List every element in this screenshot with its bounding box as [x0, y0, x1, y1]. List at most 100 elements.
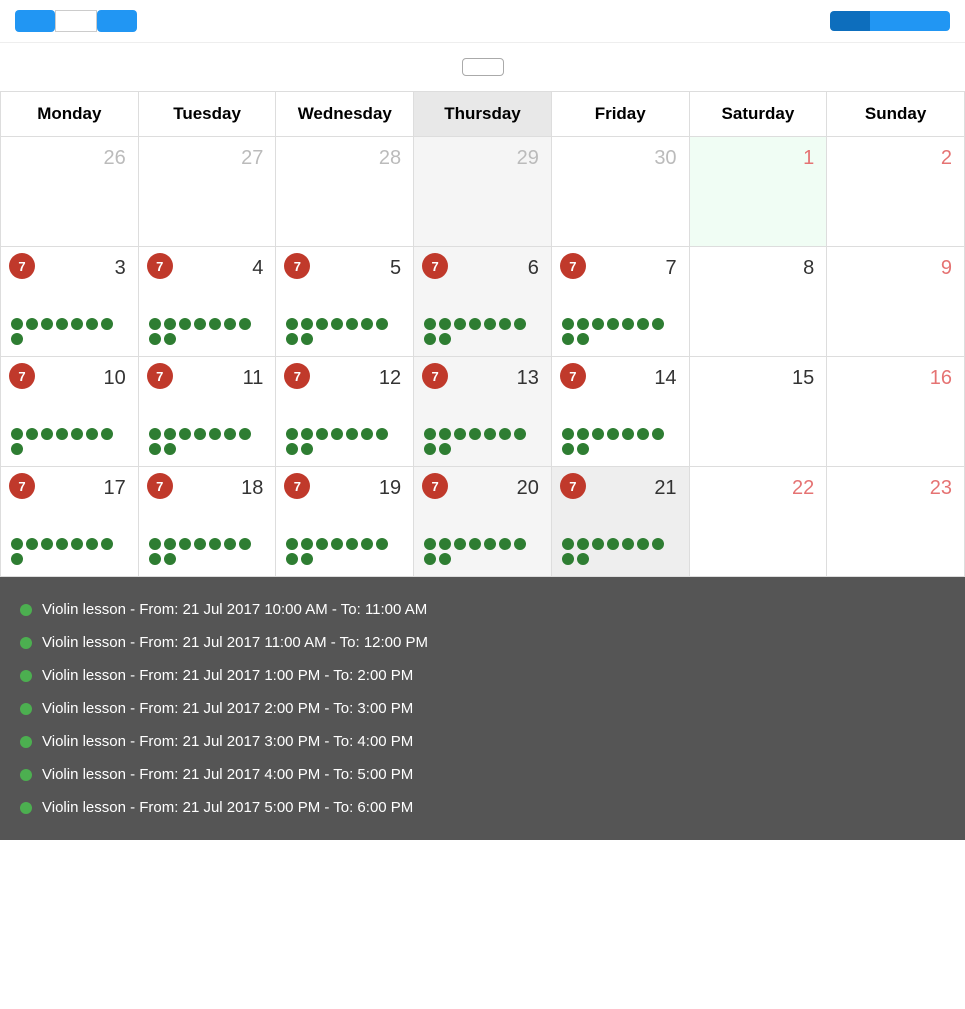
event-dot	[11, 443, 23, 455]
calendar-day-22[interactable]: 22	[690, 467, 828, 577]
event-dot	[164, 538, 176, 550]
event-dot	[469, 318, 481, 330]
day-view-button[interactable]	[910, 11, 950, 31]
list-item[interactable]: Violin lesson - From: 21 Jul 2017 2:00 P…	[20, 692, 945, 725]
filter-dropdown[interactable]	[462, 58, 504, 76]
list-item[interactable]: Violin lesson - From: 21 Jul 2017 1:00 P…	[20, 659, 945, 692]
calendar-day-5[interactable]: 75	[276, 247, 414, 357]
calendar-day-10[interactable]: 710	[1, 357, 139, 467]
event-badge: 7	[147, 363, 173, 389]
calendar-day-2[interactable]: 2	[827, 137, 965, 247]
event-badge: 7	[9, 363, 35, 389]
event-dot	[484, 318, 496, 330]
event-dot	[239, 318, 251, 330]
calendar-header-wednesday: Wednesday	[276, 92, 414, 137]
calendar-day-6[interactable]: 76	[414, 247, 552, 357]
calendar-day-7[interactable]: 77	[552, 247, 690, 357]
event-dot	[562, 333, 574, 345]
calendar-header-thursday: Thursday	[414, 92, 552, 137]
calendar-day-30[interactable]: 30	[552, 137, 690, 247]
event-dot	[439, 443, 451, 455]
calendar-day-28[interactable]: 28	[276, 137, 414, 247]
day-number: 26	[9, 143, 130, 174]
event-dot	[149, 443, 161, 455]
event-dot	[652, 318, 664, 330]
event-dot	[376, 318, 388, 330]
list-item[interactable]: Violin lesson - From: 21 Jul 2017 11:00 …	[20, 626, 945, 659]
calendar-day-20[interactable]: 720	[414, 467, 552, 577]
list-item[interactable]: Violin lesson - From: 21 Jul 2017 10:00 …	[20, 593, 945, 626]
event-dot	[361, 538, 373, 550]
event-dot	[439, 333, 451, 345]
calendar-day-23[interactable]: 23	[827, 467, 965, 577]
calendar-day-17[interactable]: 717	[1, 467, 139, 577]
calendar-day-26[interactable]: 26	[1, 137, 139, 247]
calendar-day-9[interactable]: 9	[827, 247, 965, 357]
calendar-day-15[interactable]: 15	[690, 357, 828, 467]
event-dot	[361, 428, 373, 440]
list-item[interactable]: Violin lesson - From: 21 Jul 2017 3:00 P…	[20, 725, 945, 758]
event-dot-icon	[20, 670, 32, 682]
event-dots	[147, 424, 268, 459]
event-dot	[286, 538, 298, 550]
calendar-day-18[interactable]: 718	[139, 467, 277, 577]
event-badge: 7	[560, 473, 586, 499]
calendar-day-14[interactable]: 714	[552, 357, 690, 467]
event-dot	[41, 428, 53, 440]
event-dot	[179, 318, 191, 330]
calendar-day-19[interactable]: 719	[276, 467, 414, 577]
event-dot-icon	[20, 637, 32, 649]
event-dots	[284, 534, 405, 569]
event-dot	[86, 538, 98, 550]
calendar-day-29[interactable]: 29	[414, 137, 552, 247]
event-dot	[286, 443, 298, 455]
event-dot	[224, 538, 236, 550]
list-item[interactable]: Violin lesson - From: 21 Jul 2017 5:00 P…	[20, 791, 945, 824]
event-dot	[316, 538, 328, 550]
calendar-day-11[interactable]: 711	[139, 357, 277, 467]
event-dot	[11, 538, 23, 550]
calendar-header: MondayTuesdayWednesdayThursdayFridaySatu…	[1, 92, 965, 137]
event-dot	[484, 538, 496, 550]
list-item[interactable]: Violin lesson - From: 21 Jul 2017 4:00 P…	[20, 758, 945, 791]
event-dot	[224, 318, 236, 330]
week-view-button[interactable]	[870, 11, 910, 31]
event-badge: 7	[422, 473, 448, 499]
day-number: 16	[835, 363, 956, 394]
event-dot	[179, 538, 191, 550]
calendar-day-3[interactable]: 73	[1, 247, 139, 357]
today-button[interactable]	[55, 10, 97, 32]
calendar-day-8[interactable]: 8	[690, 247, 828, 357]
event-dot	[469, 428, 481, 440]
calendar-day-21[interactable]: 721	[552, 467, 690, 577]
event-dot	[11, 318, 23, 330]
calendar-day-4[interactable]: 74	[139, 247, 277, 357]
event-dot	[607, 318, 619, 330]
event-dot	[71, 428, 83, 440]
day-number: 8	[698, 253, 819, 284]
event-dot	[71, 318, 83, 330]
month-view-button[interactable]	[830, 11, 870, 31]
event-dot	[149, 333, 161, 345]
event-dot	[577, 538, 589, 550]
previous-button[interactable]	[15, 10, 55, 32]
event-dot	[316, 318, 328, 330]
event-dot	[239, 538, 251, 550]
calendar-day-13[interactable]: 713	[414, 357, 552, 467]
event-dot	[346, 318, 358, 330]
event-dot	[164, 553, 176, 565]
event-dot	[562, 443, 574, 455]
event-dot	[301, 538, 313, 550]
event-badge: 7	[560, 363, 586, 389]
event-dot	[286, 318, 298, 330]
next-button[interactable]	[97, 10, 137, 32]
calendar-header-saturday: Saturday	[690, 92, 828, 137]
calendar-day-16[interactable]: 16	[827, 357, 965, 467]
event-dot	[149, 538, 161, 550]
calendar-day-27[interactable]: 27	[139, 137, 277, 247]
calendar-day-1[interactable]: 1	[690, 137, 828, 247]
event-dot	[331, 318, 343, 330]
event-dot	[376, 538, 388, 550]
event-dot	[26, 318, 38, 330]
calendar-day-12[interactable]: 712	[276, 357, 414, 467]
